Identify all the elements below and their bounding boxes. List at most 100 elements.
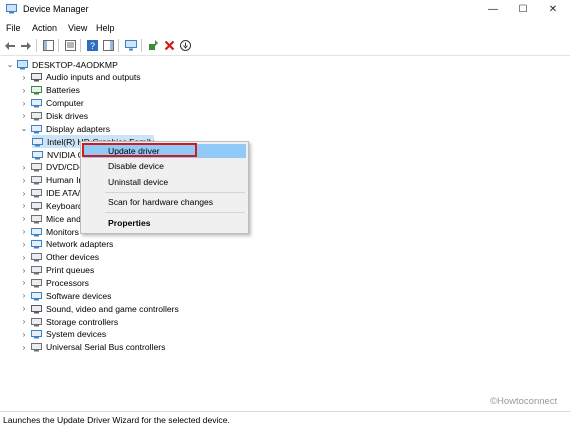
device-manager-app-icon: [6, 4, 17, 14]
ide-icon: [31, 189, 42, 198]
chevron-down-icon[interactable]: ⌄: [6, 60, 14, 69]
tree-category-item[interactable]: › Sound, video and game controllers: [20, 302, 179, 315]
update-driver-icon[interactable]: [147, 39, 160, 52]
tree-item-label: Print queues: [46, 265, 95, 276]
title-bar: Device Manager — ☐ ✕: [0, 0, 570, 19]
dvd-icon: [31, 163, 42, 172]
tree-category-item[interactable]: › Storage controllers: [20, 315, 118, 328]
scan-hardware-monitor-icon[interactable]: [124, 39, 137, 52]
back-icon[interactable]: [4, 39, 17, 52]
tree-item-label: Monitors: [46, 226, 79, 237]
tree-item-label: Universal Serial Bus controllers: [46, 342, 166, 353]
toolbar-separator: [118, 39, 119, 52]
ctx-separator: [105, 212, 245, 213]
chevron-down-icon[interactable]: ⌄: [20, 124, 28, 133]
context-menu: Update driver Disable device Uninstall d…: [80, 141, 249, 234]
status-bar: Launches the Update Driver Wizard for th…: [0, 411, 570, 428]
watermark: ©Howtoconnect: [490, 396, 558, 407]
system-icon: [31, 330, 42, 339]
chevron-right-icon[interactable]: ›: [20, 227, 28, 236]
tree-root-label: DESKTOP-4AODKMP: [32, 59, 118, 70]
chevron-right-icon[interactable]: ›: [20, 304, 28, 313]
menu-view[interactable]: View: [68, 23, 87, 33]
chevron-right-icon[interactable]: ›: [20, 278, 28, 287]
toolbar-separator: [36, 39, 37, 52]
tree-item-label: Software devices: [46, 290, 112, 301]
maximize-button[interactable]: ☐: [508, 0, 538, 19]
tree-category-item[interactable]: › Print queues: [20, 264, 95, 277]
help-icon[interactable]: ?: [86, 39, 99, 52]
tree-item-label: Audio inputs and outputs: [46, 72, 141, 83]
chevron-right-icon[interactable]: ›: [20, 73, 28, 82]
tree-category-item[interactable]: › Software devices: [20, 289, 112, 302]
tree-category-item[interactable]: › Computer: [20, 97, 84, 110]
chevron-right-icon[interactable]: ›: [20, 291, 28, 300]
ctx-scan-hardware[interactable]: Scan for hardware changes: [83, 195, 246, 209]
action-pane-icon[interactable]: [102, 39, 115, 52]
forward-icon[interactable]: [19, 39, 32, 52]
menu-action[interactable]: Action: [32, 23, 57, 33]
chevron-right-icon[interactable]: ›: [20, 330, 28, 339]
computer-icon: [17, 59, 28, 69]
chevron-right-icon[interactable]: ›: [20, 317, 28, 326]
tree-category-item[interactable]: › Keyboards: [20, 199, 87, 212]
chevron-right-icon[interactable]: ›: [20, 86, 28, 95]
status-text: Launches the Update Driver Wizard for th…: [3, 415, 230, 425]
tree-item-label: Batteries: [46, 85, 80, 96]
display-adapter-icon: [31, 124, 42, 134]
close-button[interactable]: ✕: [538, 0, 568, 19]
tree-category-item[interactable]: › System devices: [20, 328, 107, 341]
tree-root[interactable]: ⌄ DESKTOP-4AODKMP: [6, 58, 118, 71]
ctx-properties[interactable]: Properties: [83, 216, 246, 230]
tree-category-item[interactable]: ⌄ Display adapters: [20, 122, 110, 135]
uninstall-device-icon[interactable]: [163, 39, 176, 52]
tree-item-label: Other devices: [46, 252, 100, 263]
tree-category-item[interactable]: › Network adapters: [20, 238, 114, 251]
chevron-right-icon[interactable]: ›: [20, 189, 28, 198]
chevron-right-icon[interactable]: ›: [20, 163, 28, 172]
ctx-uninstall-device[interactable]: Uninstall device: [83, 175, 246, 189]
tree-category-item[interactable]: › Universal Serial Bus controllers: [20, 341, 166, 354]
chevron-right-icon[interactable]: ›: [20, 111, 28, 120]
tree-category-item[interactable]: › Batteries: [20, 84, 80, 97]
chevron-right-icon[interactable]: ›: [20, 99, 28, 108]
tree-item-label: Computer: [46, 98, 84, 108]
minimize-button[interactable]: —: [478, 0, 508, 19]
toolbar-separator: [141, 39, 142, 52]
menu-file[interactable]: File: [6, 23, 21, 33]
disk-icon: [31, 111, 42, 121]
chevron-right-icon[interactable]: ›: [20, 253, 28, 262]
sound-icon: [31, 304, 42, 314]
display-adapter-icon: [32, 150, 43, 159]
menu-bar: File Action View Help: [0, 21, 570, 35]
svg-text:?: ?: [90, 41, 95, 51]
tree-item-label: Sound, video and game controllers: [46, 303, 179, 314]
chevron-right-icon[interactable]: ›: [20, 176, 28, 185]
tree-item-label: Display adapters: [46, 123, 111, 134]
tree-item-label: System devices: [46, 329, 107, 340]
tree-category-item[interactable]: › Processors: [20, 276, 89, 289]
chevron-right-icon[interactable]: ›: [20, 201, 28, 210]
tree-item-label: Network adapters: [46, 239, 114, 250]
ctx-disable-device[interactable]: Disable device: [83, 159, 246, 173]
chevron-right-icon[interactable]: ›: [20, 266, 28, 275]
mouse-icon: [31, 214, 42, 224]
storage-icon: [31, 317, 42, 326]
chevron-right-icon[interactable]: ›: [20, 240, 28, 249]
window-title: Device Manager: [23, 4, 89, 14]
show-hide-console-tree-icon[interactable]: [42, 39, 55, 52]
tree-category-item[interactable]: › Monitors: [20, 225, 79, 238]
tree-category-item[interactable]: › Audio inputs and outputs: [20, 71, 141, 84]
toolbar-separator: [80, 39, 81, 52]
computer-icon: [31, 99, 42, 108]
properties-sheet-icon[interactable]: [64, 39, 77, 52]
chevron-right-icon[interactable]: ›: [20, 343, 28, 352]
chevron-right-icon[interactable]: ›: [20, 214, 28, 223]
tree-category-item[interactable]: › Disk drives: [20, 109, 88, 122]
disable-device-icon[interactable]: [179, 39, 192, 52]
usb-icon: [31, 343, 42, 352]
menu-help[interactable]: Help: [96, 23, 115, 33]
tree-category-item[interactable]: › Other devices: [20, 251, 99, 264]
speaker-icon: [31, 73, 42, 82]
software-device-icon: [31, 291, 42, 301]
